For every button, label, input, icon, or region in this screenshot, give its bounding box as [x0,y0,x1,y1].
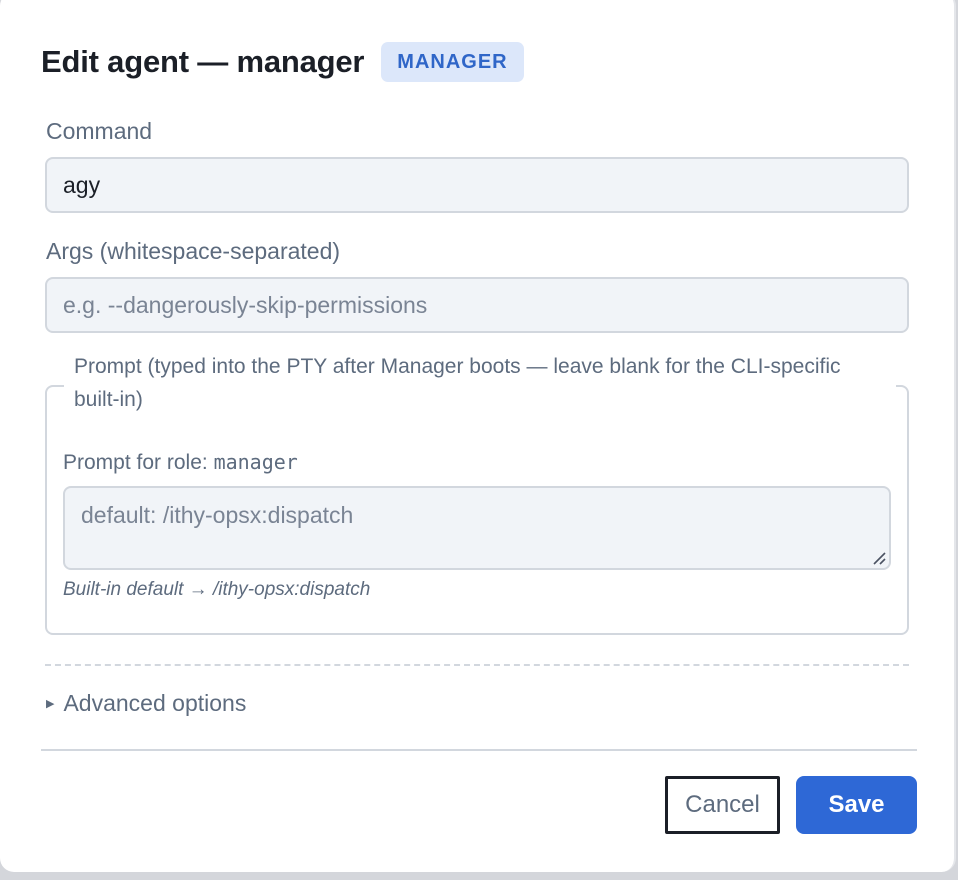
dialog-header: Edit agent — manager MANAGER [41,42,524,82]
section-divider [45,664,909,666]
advanced-options-label: Advanced options [63,690,247,716]
command-label: Command [46,118,153,144]
role-badge: MANAGER [381,42,524,82]
edit-agent-dialog: Edit agent — manager MANAGER Command Arg… [0,0,956,872]
footer-divider [41,749,917,751]
args-input[interactable] [45,277,909,333]
prompt-role-name: manager [213,450,298,474]
args-label: Args (whitespace-separated) [46,238,341,264]
prompt-legend: Prompt (typed into the PTY after Manager… [64,350,896,416]
advanced-options-toggle[interactable]: ▶ Advanced options [46,690,246,717]
prompt-default-hint: Built-in default → /ithy-opsx:dispatch [63,579,371,600]
prompt-role-label: Prompt for role: manager [63,450,298,475]
disclosure-triangle-icon: ▶ [46,698,55,710]
cancel-button[interactable]: Cancel [665,776,780,834]
save-button[interactable]: Save [796,776,917,834]
dialog-title: Edit agent — manager [41,44,365,79]
command-input[interactable] [45,157,909,213]
prompt-role-label-prefix: Prompt for role: [63,451,214,474]
prompt-textarea[interactable] [63,486,891,570]
resize-grip-icon[interactable] [871,550,887,566]
